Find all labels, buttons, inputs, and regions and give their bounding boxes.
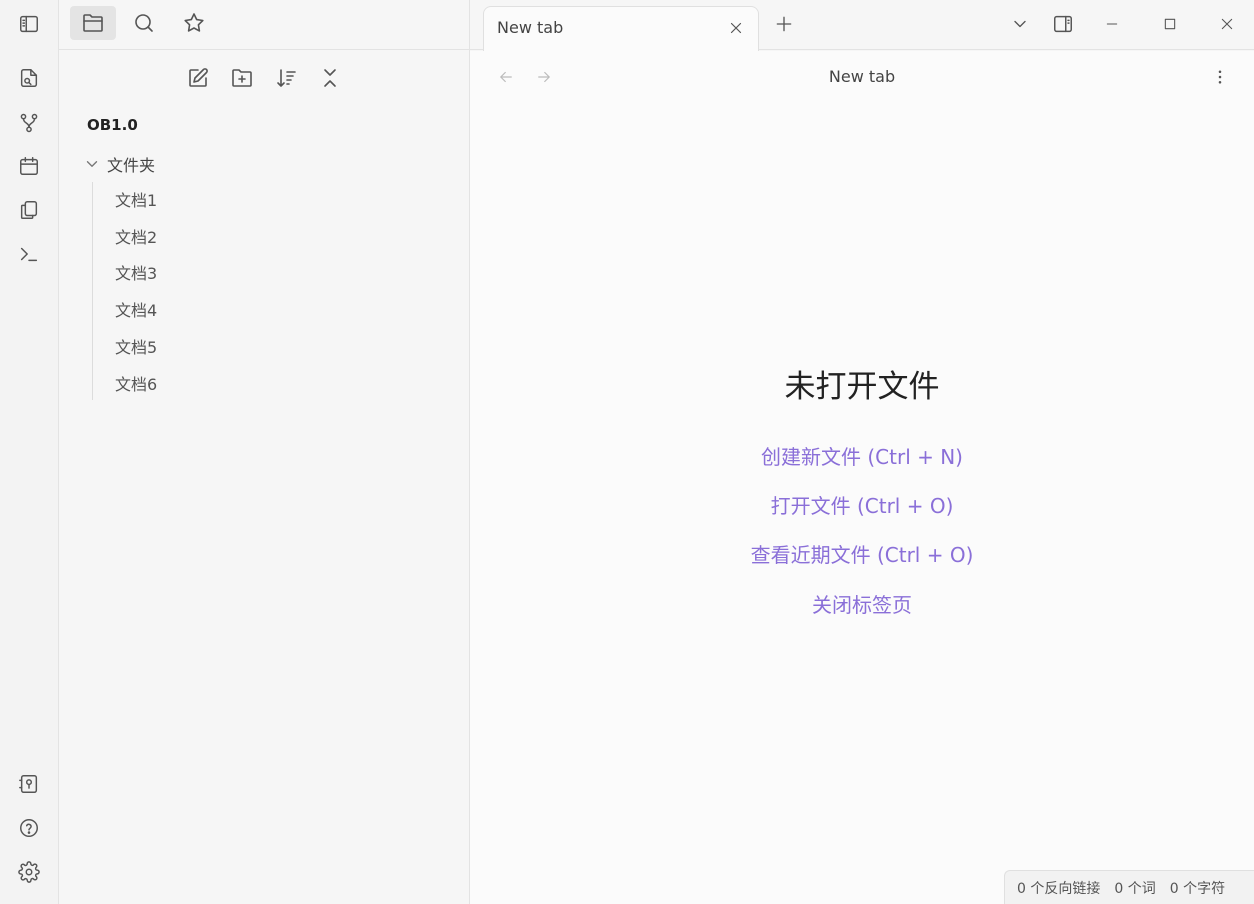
file-item[interactable]: 文档2 bbox=[115, 226, 157, 250]
create-new-file-link[interactable]: 创建新文件 (Ctrl + N) bbox=[470, 441, 1254, 470]
right-sidebar-toggle-icon[interactable] bbox=[1049, 10, 1077, 38]
new-note-icon[interactable] bbox=[184, 64, 212, 92]
new-tab-plus-icon[interactable] bbox=[770, 10, 798, 38]
backlinks-count[interactable]: 0 个反向链接 bbox=[1017, 878, 1100, 898]
templates-icon[interactable] bbox=[15, 196, 43, 224]
tab-new-tab[interactable]: New tab bbox=[483, 6, 759, 51]
close-tab-link[interactable]: 关闭标签页 bbox=[470, 589, 1254, 618]
file-item[interactable]: 文档1 bbox=[115, 189, 157, 213]
word-count: 0 个词 bbox=[1114, 880, 1156, 897]
tab-strip: New tab bbox=[470, 0, 1254, 51]
sort-order-icon[interactable] bbox=[272, 64, 300, 92]
file-explorer-sidebar: OB1.0 文件夹 文档1 文档2 文档3 文档4 文档5 文档6 bbox=[59, 0, 470, 904]
graph-view-icon[interactable] bbox=[15, 109, 43, 137]
maximize-icon[interactable] bbox=[1156, 10, 1184, 38]
file-item[interactable]: 文档4 bbox=[115, 299, 157, 323]
char-count: 0 个字符 bbox=[1169, 880, 1226, 897]
collapse-all-icon[interactable] bbox=[316, 64, 344, 92]
settings-icon[interactable] bbox=[15, 858, 43, 886]
more-options-icon[interactable] bbox=[1208, 65, 1232, 89]
open-file-link[interactable]: 打开文件 (Ctrl + O) bbox=[470, 490, 1254, 519]
empty-state-title: 未打开文件 bbox=[784, 369, 940, 405]
tab-list-chevron-icon[interactable] bbox=[1006, 10, 1034, 38]
vault-name[interactable]: OB1.0 bbox=[87, 116, 138, 134]
file-item[interactable]: 文档6 bbox=[115, 373, 157, 397]
quick-switcher-icon[interactable] bbox=[15, 64, 43, 92]
command-palette-icon[interactable] bbox=[15, 240, 43, 268]
minimize-icon[interactable] bbox=[1098, 10, 1126, 38]
search-tab-icon[interactable] bbox=[121, 6, 167, 40]
vault-switch-icon[interactable] bbox=[15, 770, 43, 798]
sidebar-tab-header bbox=[59, 0, 470, 50]
window-close-icon[interactable] bbox=[1213, 10, 1241, 38]
file-item[interactable]: 文档5 bbox=[115, 336, 157, 360]
tree-indent-guide bbox=[92, 182, 93, 400]
view-header-title: New tab bbox=[828, 67, 896, 86]
help-icon[interactable] bbox=[15, 814, 43, 842]
files-tab-icon[interactable] bbox=[70, 6, 116, 40]
recent-files-link[interactable]: 查看近期文件 (Ctrl + O) bbox=[470, 539, 1254, 568]
status-bar: 0 个反向链接 0 个词 0 个字符 bbox=[1004, 870, 1254, 904]
sidebar-toggle-icon[interactable] bbox=[15, 10, 43, 38]
bookmarks-tab-icon[interactable] bbox=[171, 6, 217, 40]
main-view: New tab 未打开文件 创建新文件 (Ctrl + N) 打开文件 (Ctr… bbox=[470, 51, 1254, 904]
new-folder-icon[interactable] bbox=[228, 64, 256, 92]
tab-title: New tab bbox=[497, 18, 564, 37]
file-item[interactable]: 文档3 bbox=[115, 262, 157, 286]
close-icon[interactable] bbox=[724, 16, 748, 40]
calendar-icon[interactable] bbox=[15, 152, 43, 180]
folder-item[interactable]: 文件夹 bbox=[83, 152, 155, 176]
folder-label: 文件夹 bbox=[107, 156, 156, 175]
chevron-down-icon bbox=[86, 161, 98, 167]
ribbon bbox=[0, 0, 59, 904]
